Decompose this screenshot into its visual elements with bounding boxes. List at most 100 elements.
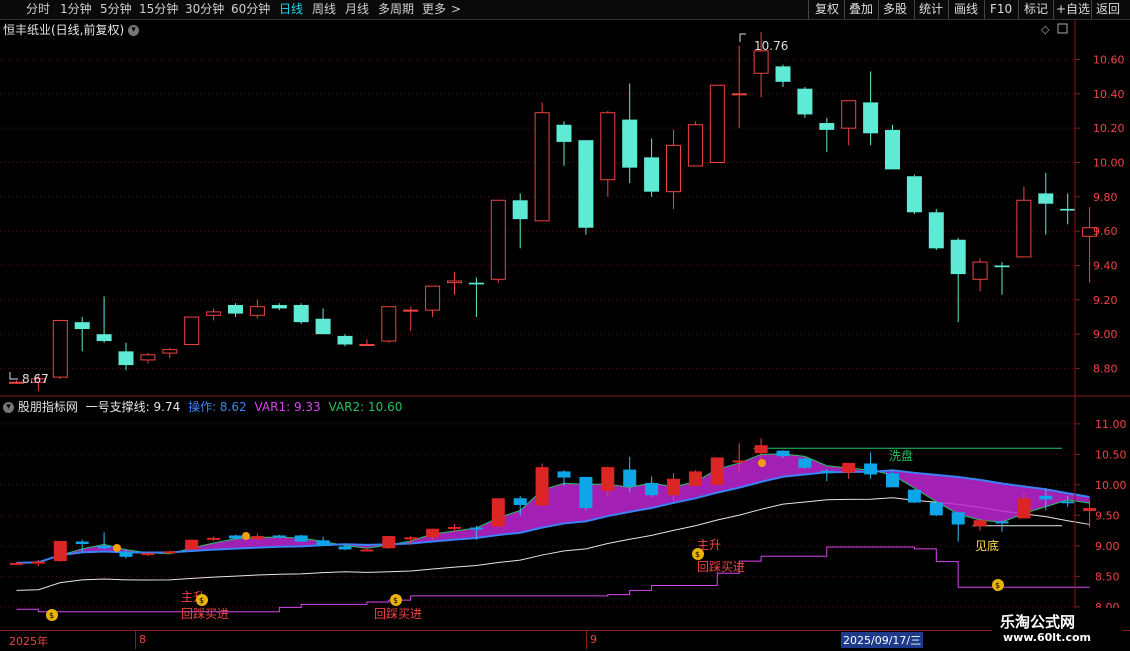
candle-body — [447, 280, 462, 284]
candle-body — [644, 157, 660, 192]
indicator-axis: 11.0010.5010.009.509.008.508.00 — [1075, 418, 1127, 614]
f10-button[interactable]: F10 — [990, 1, 1012, 17]
ind-candle-body — [469, 527, 483, 530]
period-tab-fenshi[interactable]: 分时 — [26, 1, 50, 17]
period-tab-60min[interactable]: 60分钟 — [231, 1, 270, 17]
candle-body — [337, 335, 353, 345]
biaoji-button[interactable]: 标记 — [1024, 1, 1048, 17]
ind-candle-body — [688, 471, 702, 487]
toolbar-divider — [808, 0, 809, 19]
period-tab-weekly[interactable]: 周线 — [312, 1, 336, 17]
period-tab-daily[interactable]: 日线 — [279, 1, 303, 17]
signal-figure-icon — [242, 532, 250, 540]
candle-body — [512, 200, 528, 220]
main-kline-chart[interactable]: 10.60 10.40 10.20 10.00 9.80 9.60 9.40 9.20 9.00… — [0, 20, 1130, 397]
ind-candle-body — [864, 463, 878, 475]
price-tick-label: 9.40 — [1093, 260, 1118, 273]
back-button[interactable]: 返回 — [1096, 1, 1120, 17]
timeline-bar: 2025年 8 9 2025/09/17/三 — [0, 630, 1130, 651]
candle-body — [534, 112, 550, 222]
candle-body — [622, 119, 638, 168]
candle-body — [490, 199, 506, 280]
ind-candle-body — [426, 528, 440, 538]
period-tab-30min[interactable]: 30分钟 — [185, 1, 224, 17]
candle-body — [841, 100, 857, 129]
ind-candle-body — [229, 535, 242, 539]
ind-candle-body — [513, 498, 527, 505]
candle-body — [819, 123, 835, 130]
candle-body — [52, 319, 68, 378]
price-tick-label: 9.20 — [1093, 294, 1118, 307]
main-candles — [9, 32, 1098, 391]
indicator-chart[interactable]: 11.0010.5010.009.509.008.508.00 洗盘 见底 主升… — [0, 397, 1130, 630]
candle-body — [885, 129, 900, 170]
candle-body — [74, 322, 90, 330]
duogu-button[interactable]: 多股 — [883, 1, 907, 17]
var1-value: VAR1: 9.33 — [254, 400, 321, 414]
stock-name-label: 恒丰纸业(日线,前复权) — [3, 23, 125, 37]
ind-candle-body — [842, 462, 856, 473]
ind-candle-body — [907, 489, 921, 503]
candle-body — [425, 285, 441, 311]
candle-body — [797, 88, 813, 115]
ind-candle-body — [97, 545, 111, 549]
huicai-label-1: 回踩买进 — [697, 560, 745, 574]
tongji-button[interactable]: 统计 — [919, 1, 943, 17]
ind-candle-body — [798, 458, 812, 468]
ind-tick-label: 8.50 — [1095, 570, 1120, 583]
candle-body — [1060, 208, 1076, 211]
chevron-down-icon[interactable]: ▾ — [3, 402, 14, 413]
cursor-date-label: 2025/09/17/三 — [841, 632, 924, 648]
ind-candle-body — [995, 521, 1009, 524]
candle-body — [381, 306, 397, 342]
fuquan-button[interactable]: 复权 — [815, 1, 839, 17]
chevron-right-icon[interactable]: > — [451, 1, 461, 17]
ind-candle-body — [163, 551, 177, 554]
price-tick-label: 9.60 — [1093, 225, 1118, 238]
period-tab-5min[interactable]: 5分钟 — [100, 1, 132, 17]
signal-figure-icon — [758, 459, 766, 467]
candle-body — [228, 305, 243, 314]
candle-body — [249, 306, 265, 316]
ind-candle-body — [732, 460, 746, 463]
diejia-button[interactable]: 叠加 — [849, 1, 873, 17]
period-tab-1min[interactable]: 1分钟 — [60, 1, 92, 17]
price-tick-label: 9.80 — [1093, 191, 1118, 204]
money-bag-glyph: $ — [695, 550, 700, 559]
period-tab-15min[interactable]: 15分钟 — [139, 1, 178, 17]
ind-candle-body — [382, 536, 396, 549]
month-8-label: 8 — [139, 633, 146, 646]
maximize-icon[interactable] — [1057, 23, 1068, 34]
diamond-icon[interactable]: ◇ — [1041, 23, 1050, 36]
period-tab-multi[interactable]: 多周期 — [378, 1, 414, 17]
year-label: 2025年 — [9, 635, 48, 648]
ind-candle-body — [535, 467, 549, 506]
huaxian-button[interactable]: 画线 — [954, 1, 978, 17]
toolbar-divider — [1018, 0, 1019, 19]
candle-body — [775, 66, 791, 82]
period-tab-more[interactable]: 更多 — [422, 1, 446, 17]
ind-candle-body — [53, 540, 67, 562]
indicator-lines — [16, 447, 1090, 613]
candle-body — [994, 265, 1010, 268]
candle-body — [578, 140, 594, 228]
ind-candle-body — [557, 471, 571, 478]
indicator-name[interactable]: 股朋指标网 — [18, 400, 78, 414]
money-bag-glyph: $ — [393, 596, 398, 605]
ind-tick-label: 9.50 — [1095, 509, 1120, 522]
ind-candle-body — [1039, 495, 1053, 500]
high-marker-arrow-icon — [739, 33, 746, 42]
indicator-title-row: ▾ 股朋指标网 一号支撑线: 9.74 操作: 8.62 VAR1: 9.33 … — [3, 398, 402, 415]
candle-body — [403, 309, 419, 312]
period-tab-monthly[interactable]: 月线 — [345, 1, 369, 17]
candle-body — [162, 349, 178, 354]
trend-band — [16, 453, 1090, 563]
ind-candle-body — [601, 467, 615, 491]
toolbar-divider — [878, 0, 879, 19]
add-watchlist-button[interactable]: +自选 — [1056, 1, 1090, 17]
low-marker-arrow-icon — [9, 372, 18, 380]
ind-candle-body — [886, 473, 899, 488]
money-bag-glyph: $ — [995, 581, 1000, 590]
candle-body — [600, 112, 616, 181]
chevron-down-icon[interactable]: ▾ — [128, 25, 140, 36]
